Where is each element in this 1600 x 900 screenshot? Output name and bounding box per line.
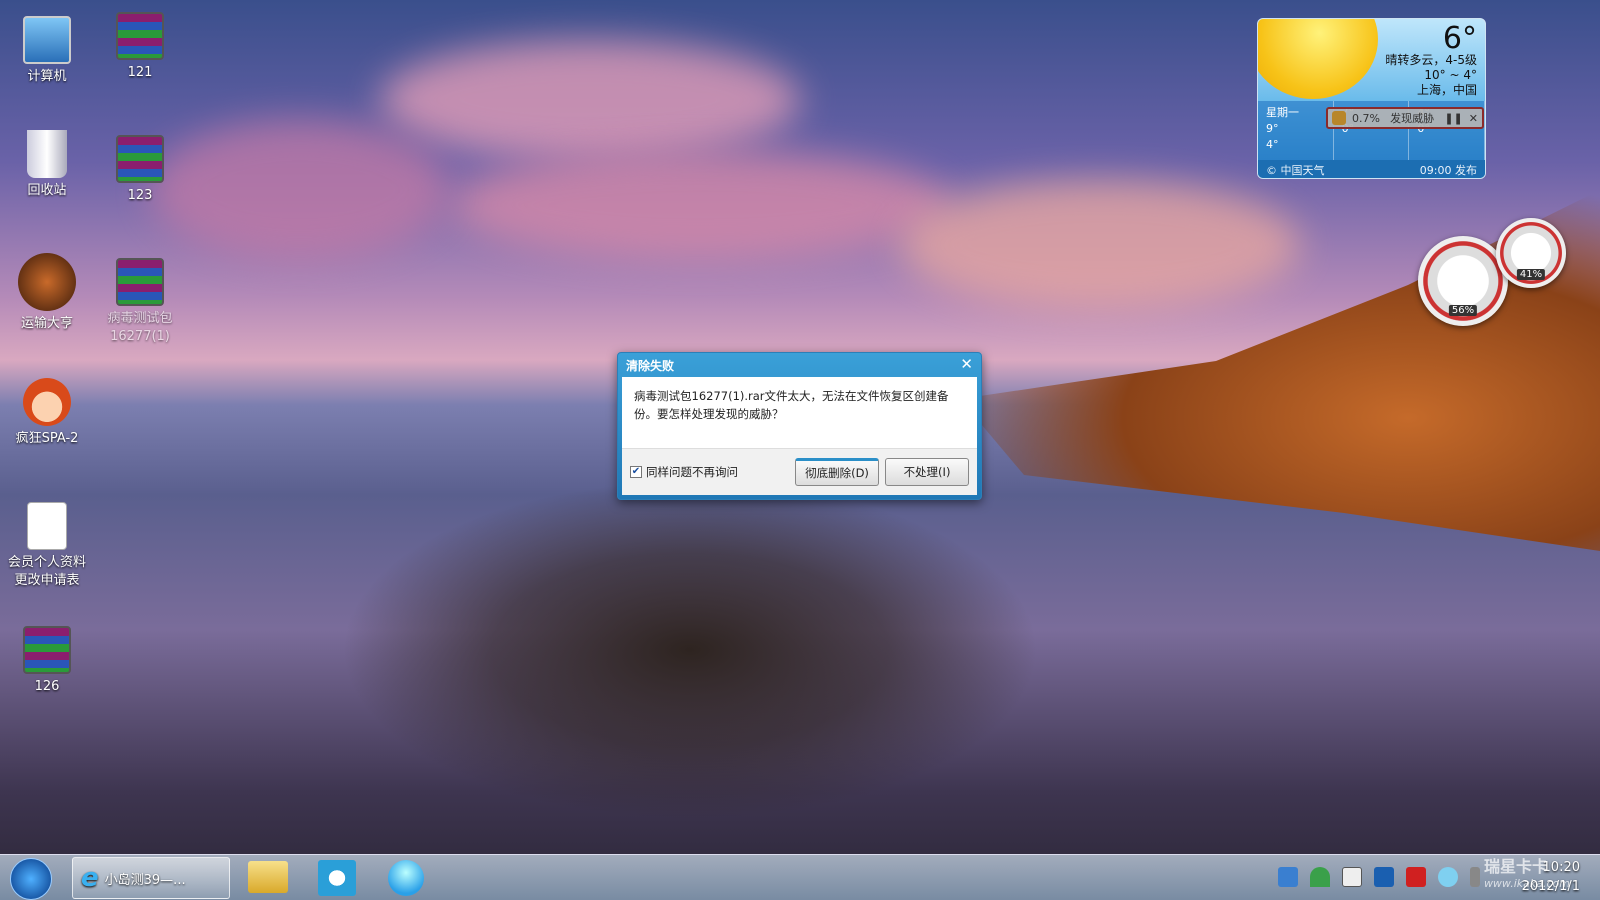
- cloud: [150, 120, 450, 260]
- desktop-icon-virus-test[interactable]: 病毒测试包16277(1): [95, 258, 185, 346]
- scan-status-bar[interactable]: 0.7% 发现威胁 ❚❚ ✕: [1326, 107, 1484, 129]
- temp-range: 10° ~ 4°: [1424, 68, 1477, 82]
- icon-label: 123: [127, 188, 153, 203]
- delete-permanently-button[interactable]: 彻底删除(D): [795, 458, 879, 486]
- desktop-icon-recycle-bin[interactable]: 回收站: [2, 130, 92, 200]
- icon-label: 会员个人资料更改申请表: [7, 555, 86, 588]
- day-high: 9°: [1266, 122, 1279, 135]
- loco-icon: [18, 253, 76, 311]
- icon-label: 126: [34, 679, 60, 694]
- recycle-bin-icon: [27, 130, 67, 178]
- memory-percent: 41%: [1516, 269, 1546, 280]
- umbrella-icon[interactable]: [1310, 867, 1330, 887]
- memory-gauge[interactable]: 41%: [1496, 218, 1566, 288]
- weather-description: 晴转多云，4-5级 10° ~ 4° 上海，中国: [1385, 53, 1477, 98]
- watermark-url: www.ikaka.com: [1483, 877, 1570, 890]
- clean-failed-dialog: 清除失败 ✕ 病毒测试包16277(1).rar文件太大，无法在文件恢复区创建备份…: [617, 352, 982, 500]
- desktop-icon-123[interactable]: 123: [95, 135, 185, 205]
- checkbox-checked-icon: ✔: [630, 466, 642, 478]
- dialog-footer: ✔ 同样问题不再询问 彻底删除(D) 不处理(I): [622, 448, 977, 495]
- icon-label: 病毒测试包16277(1): [107, 311, 173, 344]
- publish-time: 09:00 发布: [1419, 164, 1477, 177]
- desktop-icon-121[interactable]: 121: [95, 12, 185, 82]
- explorer-icon[interactable]: [248, 861, 288, 893]
- weather-source[interactable]: © 中国天气: [1266, 162, 1325, 177]
- desktop-icon-transport-tycoon[interactable]: 运输大亨: [2, 253, 92, 333]
- rar-icon: [23, 626, 71, 674]
- antivirus-icon[interactable]: [1406, 867, 1426, 887]
- desktop-icon-computer[interactable]: 计算机: [2, 16, 92, 86]
- spa-game-icon: [23, 378, 71, 426]
- network-icon[interactable]: [1342, 867, 1362, 887]
- desktop-icon-126[interactable]: 126: [2, 626, 92, 696]
- media-player-icon[interactable]: [318, 860, 356, 896]
- icon-label: 计算机: [27, 69, 67, 84]
- pause-icon[interactable]: ❚❚: [1444, 112, 1462, 125]
- qq-tray-icon[interactable]: [1438, 867, 1458, 887]
- ie-icon: e: [81, 863, 99, 893]
- icon-label: 回收站: [27, 183, 67, 198]
- scan-status: 发现威胁: [1390, 112, 1435, 125]
- rising-lion-icon: [1332, 111, 1346, 125]
- day-name: 星期一: [1266, 106, 1299, 119]
- computer-icon: [23, 16, 71, 64]
- cloud: [450, 150, 950, 260]
- weather-gadget[interactable]: 6° 晴转多云，4-5级 10° ~ 4° 上海，中国 星期一9°4° 7°0°…: [1257, 18, 1486, 179]
- weather-condition: 晴转多云，4-5级: [1385, 53, 1477, 67]
- forecast-day: 星期一 9° 4°: [1258, 101, 1334, 163]
- dialog-title: 清除失败: [626, 359, 675, 373]
- cpu-gauge[interactable]: 56%: [1418, 236, 1508, 326]
- checkbox-label: 同样问题不再询问: [646, 465, 738, 479]
- day-low: 4°: [1266, 138, 1279, 151]
- security-center-icon[interactable]: [1374, 867, 1394, 887]
- taskbar-ie-window[interactable]: e 小岛测39—...: [72, 857, 230, 899]
- icon-label: 疯狂SPA-2: [15, 431, 79, 446]
- window-title: 小岛测39—...: [104, 872, 186, 888]
- rar-icon: [116, 12, 164, 60]
- rar-icon: [116, 258, 164, 306]
- dialog-titlebar[interactable]: 清除失败 ✕: [618, 353, 981, 377]
- taskbar: e 小岛测39—... 10:20 2012/1/1 瑞星卡卡 www.ikaka.c…: [0, 854, 1600, 900]
- weather-footer: © 中国天气 09:00 发布: [1258, 160, 1485, 178]
- desktop-icon-word-doc[interactable]: 会员个人资料更改申请表: [2, 502, 92, 590]
- current-temp: 6°: [1442, 21, 1477, 56]
- firewall-icon[interactable]: [1278, 867, 1298, 887]
- system-tray: [1278, 867, 1480, 887]
- sun-icon: [1258, 19, 1378, 99]
- volume-icon[interactable]: [1470, 867, 1480, 887]
- close-icon[interactable]: ✕: [1469, 112, 1478, 125]
- desktop-icon-spa[interactable]: 疯狂SPA-2: [2, 378, 92, 448]
- dont-ask-again-checkbox[interactable]: ✔ 同样问题不再询问: [630, 464, 789, 480]
- cloud: [380, 40, 800, 160]
- close-icon[interactable]: ✕: [960, 355, 973, 373]
- ignore-button[interactable]: 不处理(I): [885, 458, 969, 486]
- icon-label: 运输大亨: [20, 316, 73, 331]
- dialog-message: 病毒测试包16277(1).rar文件太大，无法在文件恢复区创建备份。要怎样处理…: [622, 377, 977, 448]
- scan-percent: 0.7%: [1352, 111, 1380, 125]
- icon-label: 121: [127, 65, 153, 80]
- cpu-percent: 56%: [1448, 305, 1478, 316]
- start-button[interactable]: [10, 858, 52, 900]
- cloud: [900, 180, 1300, 310]
- location: 上海，中国: [1416, 83, 1477, 97]
- watermark-brand: 瑞星卡卡: [1483, 857, 1548, 876]
- qq-icon[interactable]: [388, 860, 424, 896]
- rocks: [340, 480, 1040, 820]
- word-doc-icon: [27, 502, 67, 550]
- watermark: 瑞星卡卡 www.ikaka.com: [1484, 853, 1570, 890]
- rar-icon: [116, 135, 164, 183]
